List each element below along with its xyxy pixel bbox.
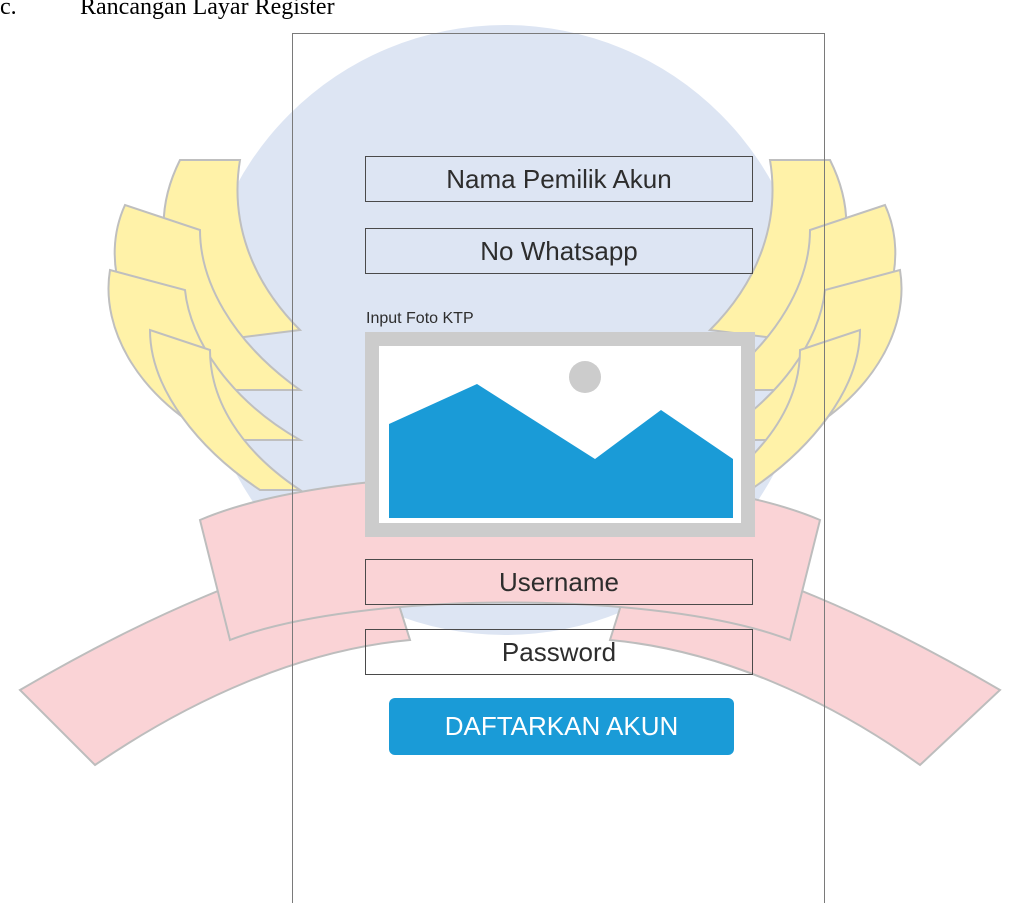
- image-placeholder-icon[interactable]: [365, 332, 755, 537]
- caption-number: c.: [0, 0, 17, 20]
- ktp-photo-label: Input Foto KTP: [366, 310, 474, 327]
- caption-title: Rancangan Layar Register: [80, 0, 335, 20]
- figure-caption: c. Rancangan Layar Register: [0, 0, 335, 21]
- register-button[interactable]: DAFTARKAN AKUN: [389, 698, 734, 755]
- whatsapp-field[interactable]: No Whatsapp: [365, 228, 753, 274]
- username-field[interactable]: Username: [365, 559, 753, 605]
- name-field[interactable]: Nama Pemilik Akun: [365, 156, 753, 202]
- password-field[interactable]: Password: [365, 629, 753, 675]
